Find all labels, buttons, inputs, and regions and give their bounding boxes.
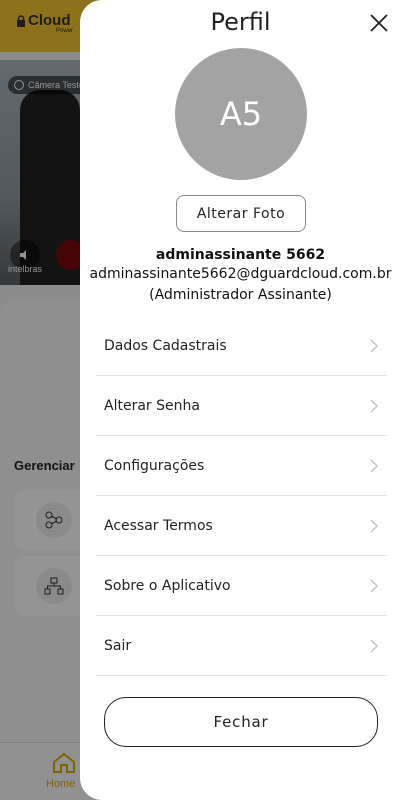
change-photo-button[interactable]: Alterar Foto bbox=[176, 195, 306, 232]
menu-item-label: Sobre o Aplicativo bbox=[104, 577, 231, 594]
menu-item-label: Acessar Termos bbox=[104, 517, 213, 534]
drawer-title: Perfil bbox=[210, 8, 271, 36]
chevron-right-icon bbox=[370, 458, 379, 473]
menu-item-configuracoes[interactable]: Configurações bbox=[96, 436, 387, 496]
profile-drawer: Perfil A5 Alterar Foto adminassinante 56… bbox=[80, 0, 401, 800]
user-role: (Administrador Assinante) bbox=[149, 287, 332, 303]
chevron-right-icon bbox=[370, 338, 379, 353]
menu-item-label: Alterar Senha bbox=[104, 397, 200, 414]
profile-menu: Dados Cadastrais Alterar Senha Configura… bbox=[96, 316, 387, 676]
user-email: adminassinante5662@dguardcloud.com.br bbox=[89, 266, 392, 282]
menu-item-label: Dados Cadastrais bbox=[104, 337, 227, 354]
menu-item-dados-cadastrais[interactable]: Dados Cadastrais bbox=[96, 316, 387, 376]
menu-item-alterar-senha[interactable]: Alterar Senha bbox=[96, 376, 387, 436]
chevron-right-icon bbox=[370, 638, 379, 653]
chevron-right-icon bbox=[370, 398, 379, 413]
user-name: adminassinante 5662 bbox=[155, 247, 326, 263]
avatar-initials: A5 bbox=[219, 95, 263, 133]
chevron-right-icon bbox=[370, 518, 379, 533]
menu-item-acessar-termos[interactable]: Acessar Termos bbox=[96, 496, 387, 556]
avatar: A5 bbox=[175, 48, 307, 180]
close-icon[interactable] bbox=[368, 12, 390, 34]
menu-item-sair[interactable]: Sair bbox=[96, 616, 387, 676]
menu-item-sobre-aplicativo[interactable]: Sobre o Aplicativo bbox=[96, 556, 387, 616]
chevron-right-icon bbox=[370, 578, 379, 593]
close-button[interactable]: Fechar bbox=[104, 697, 378, 747]
menu-item-label: Configurações bbox=[104, 457, 205, 474]
menu-item-label: Sair bbox=[104, 637, 132, 654]
